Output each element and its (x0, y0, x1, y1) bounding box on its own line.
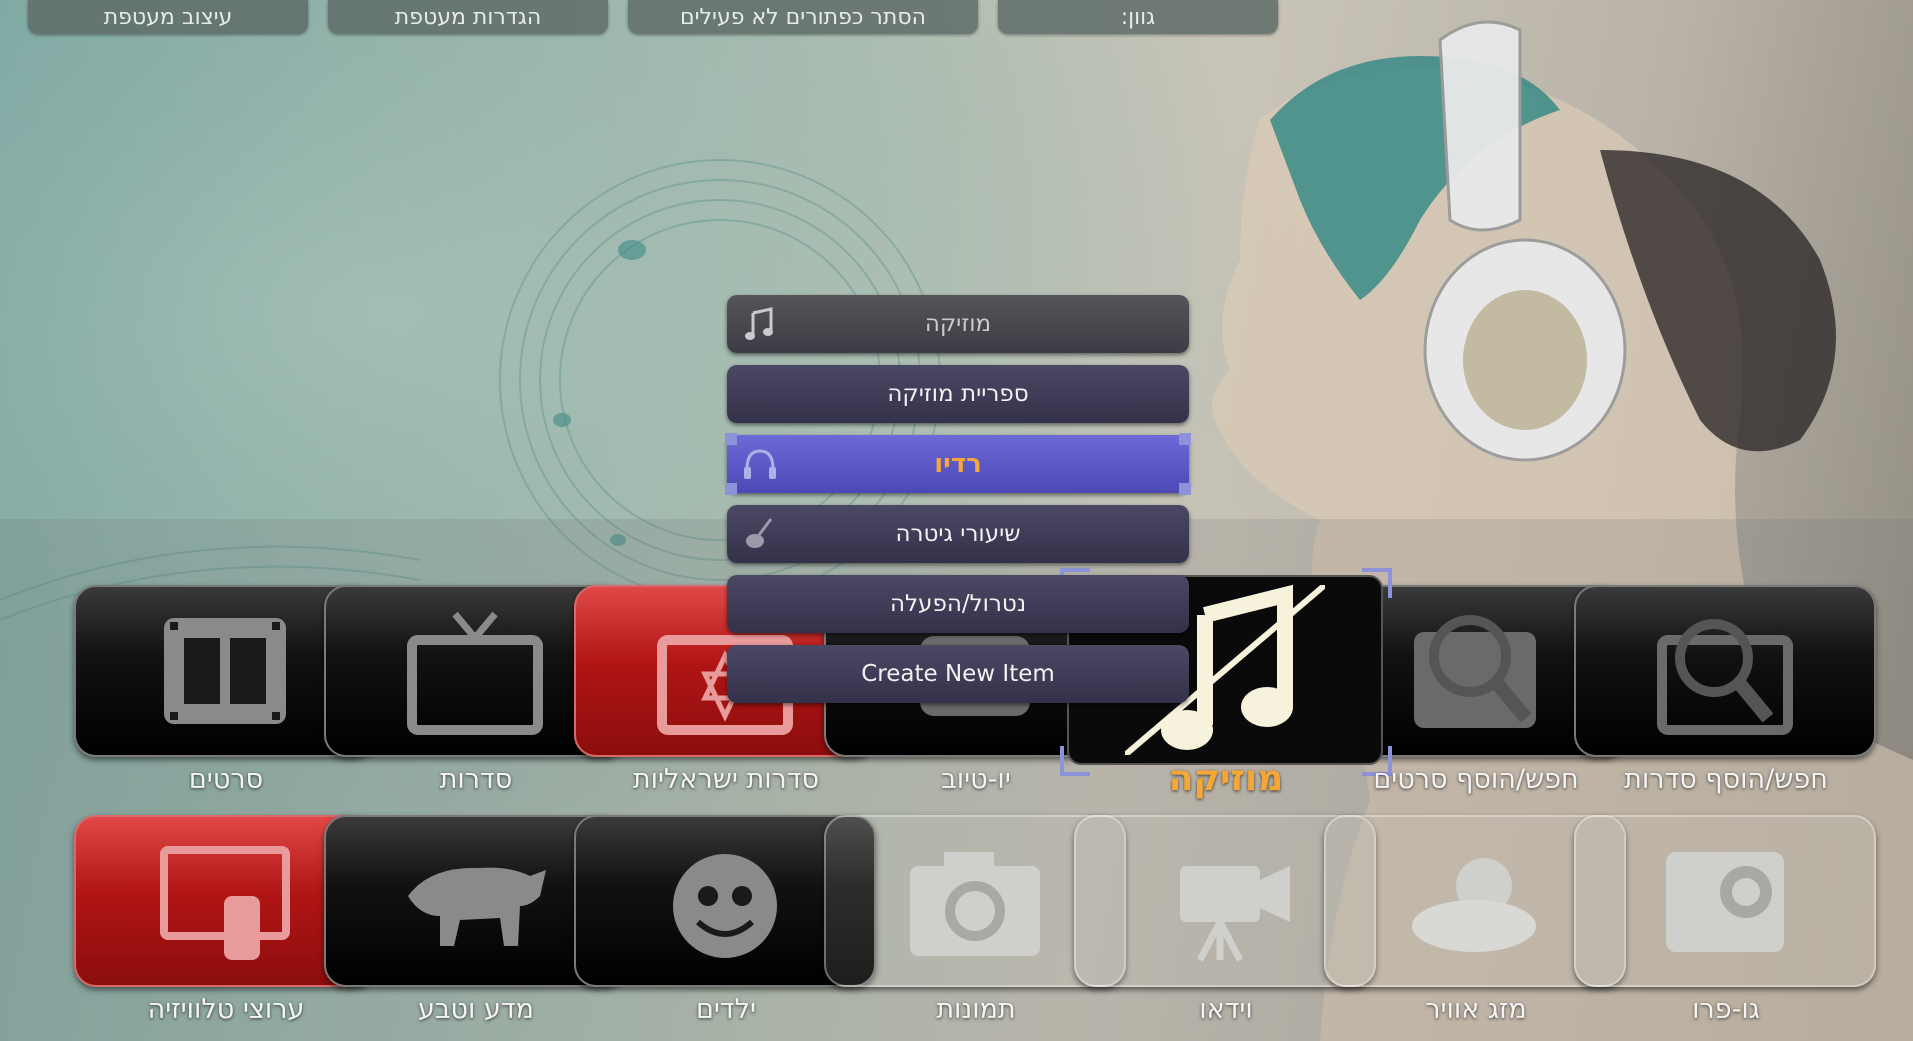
tile-label: חפש/הוסף סדרות (1624, 764, 1828, 795)
tile-label: מזג אוויר (1425, 994, 1527, 1025)
weather-icon (1412, 858, 1536, 952)
search-tv-icon (1657, 619, 1793, 735)
menu-item-music-library[interactable]: ספריית מוזיקה (727, 365, 1189, 423)
menu-item-toggle[interactable]: נטרול/הפעלה (727, 575, 1189, 633)
tiger-icon (408, 867, 546, 946)
menu-item-label: ספריית מוזיקה (887, 381, 1029, 407)
submenu-header-label: מוזיקה (924, 311, 992, 337)
tile-label: ילדים (695, 994, 757, 1025)
menu-item-label: רדיו (934, 449, 982, 479)
tile-label: מדע וטבע (418, 994, 534, 1025)
menu-item-guitar-lessons[interactable]: שיעורי גיטרה (727, 505, 1189, 563)
video-camera-icon (1180, 866, 1290, 962)
gopro-icon (1666, 852, 1784, 952)
tile-gopro[interactable] (1574, 815, 1876, 987)
tv-icon (407, 611, 543, 735)
hide-inactive-buttons-button[interactable]: הסתר כפתורים לא פעילים (628, 0, 978, 34)
film-icon (164, 618, 286, 724)
tile-label: סדרות ישראליות (632, 764, 820, 795)
tile-label: ערוצי טלוויזיה (147, 994, 305, 1025)
selection-corner (1179, 483, 1191, 495)
selection-corner (1179, 433, 1191, 445)
tile-label: סרטים (188, 764, 264, 795)
menu-item-label: שיעורי גיטרה (895, 521, 1021, 547)
tile-label: סדרות (439, 764, 513, 795)
selection-corner (725, 433, 737, 445)
tile-search-series[interactable] (1574, 585, 1876, 757)
tv-remote-icon (160, 846, 290, 960)
skin-design-button[interactable]: עיצוב מעטפת (28, 0, 308, 34)
menu-item-label: Create New Item (861, 661, 1055, 687)
tile-label-active: מוזיקה (1168, 758, 1284, 799)
selection-corner (725, 483, 737, 495)
search-film-icon (1414, 615, 1536, 728)
submenu-header: מוזיקה (727, 295, 1189, 353)
menu-item-label: נטרול/הפעלה (889, 591, 1027, 617)
focus-corner-tr (1362, 568, 1392, 598)
tile-label: וידאו (1199, 994, 1253, 1025)
tile-label: תמונות (936, 994, 1016, 1025)
menu-item-radio[interactable]: רדיו (727, 435, 1189, 493)
menu-item-create-new[interactable]: Create New Item (727, 645, 1189, 703)
music-note-icon (745, 307, 773, 340)
guitar-icon (746, 518, 773, 548)
color-button[interactable]: גוון: (998, 0, 1278, 34)
tile-label: חפש/הוסף סרטים (1373, 764, 1579, 795)
headphones-icon (744, 449, 776, 479)
skin-settings-button[interactable]: הגדרות מעטפת (328, 0, 608, 34)
tile-label: יו-טיוב (941, 764, 1011, 795)
tile-label: גו-פרו (1692, 994, 1760, 1025)
camera-icon (910, 852, 1040, 956)
kid-face-icon (673, 854, 777, 958)
